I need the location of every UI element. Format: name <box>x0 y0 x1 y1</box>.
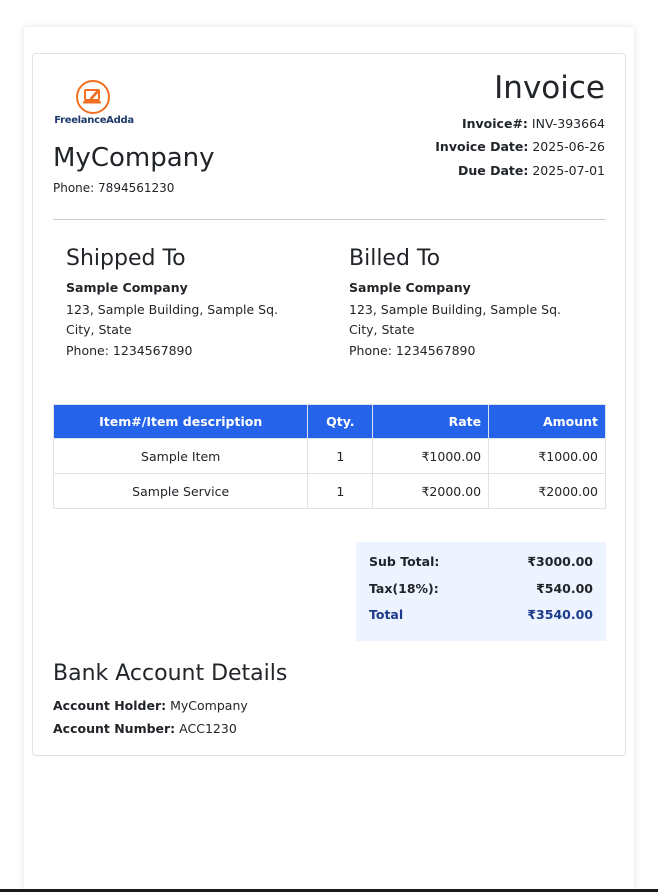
phone-label: Phone: <box>66 343 109 358</box>
company-phone: Phone: 7894561230 <box>53 181 174 195</box>
column-header-qty: Qty. <box>307 404 374 439</box>
invoice-number-value: INV-393664 <box>531 116 605 131</box>
shipped-to-name: Sample Company <box>66 280 188 295</box>
item-amount: ₹1000.00 <box>488 438 606 474</box>
invoice-title: Invoice <box>494 70 605 106</box>
shipped-to-heading: Shipped To <box>66 246 186 271</box>
subtotal-label: Sub Total: <box>369 554 440 569</box>
billed-to-name: Sample Company <box>349 280 471 295</box>
billed-to-address: 123, Sample Building, Sample Sq. City, S… <box>349 302 561 337</box>
phone-label: Phone: <box>53 181 95 195</box>
subtotal-row: Sub Total: ₹3000.00 <box>369 554 593 581</box>
laptop-pencil-icon <box>76 80 110 114</box>
account-number-value: ACC1230 <box>179 721 237 736</box>
item-description: Sample Item <box>52 438 309 474</box>
invoice-card: FreelanceAdda MyCompany Phone: 789456123… <box>32 53 626 756</box>
billed-to-phone: Phone: 1234567890 <box>349 343 589 358</box>
invoice-date: Invoice Date: 2025-06-26 <box>435 139 605 154</box>
shipped-to-section: Shipped To Sample Company 123, Sample Bu… <box>66 246 306 358</box>
item-rate: ₹2000.00 <box>372 473 490 509</box>
bank-details-heading: Bank Account Details <box>53 661 288 686</box>
table-row: Sample Service 1 ₹2000.00 ₹2000.00 <box>52 473 606 509</box>
shipped-to-address: 123, Sample Building, Sample Sq. City, S… <box>66 302 278 337</box>
table-header-row: Item#/Item description Qty. Rate Amount <box>52 404 606 439</box>
tax-label: Tax(18%): <box>369 580 439 596</box>
tax-row: Tax(18%): ₹540.00 <box>369 581 593 608</box>
items-table: Item#/Item description Qty. Rate Amount … <box>52 404 606 509</box>
phone-label: Phone: <box>349 343 392 358</box>
shipped-to-phone: Phone: 1234567890 <box>66 343 306 358</box>
column-header-rate: Rate <box>372 404 490 439</box>
invoice-date-label: Invoice Date: <box>435 139 529 154</box>
phone-value: 1234567890 <box>112 343 193 358</box>
account-number: Account Number: ACC1230 <box>53 721 237 736</box>
account-holder-value: MyCompany <box>170 698 248 713</box>
company-name: MyCompany <box>53 143 215 173</box>
item-description: Sample Service <box>52 473 309 509</box>
due-date: Due Date: 2025-07-01 <box>458 163 605 178</box>
invoice-date-value: 2025-06-26 <box>532 139 605 154</box>
due-date-value: 2025-07-01 <box>532 163 605 178</box>
total-value: ₹3540.00 <box>527 607 593 622</box>
item-qty: 1 <box>307 473 374 509</box>
account-number-label: Account Number: <box>53 721 176 736</box>
account-holder-label: Account Holder: <box>53 698 167 713</box>
item-qty: 1 <box>307 438 374 474</box>
column-header-amount: Amount <box>488 404 606 439</box>
total-label: Total <box>369 607 404 622</box>
account-holder: Account Holder: MyCompany <box>53 698 248 713</box>
totals-box: Sub Total: ₹3000.00 Tax(18%): ₹540.00 To… <box>356 542 606 641</box>
company-logo: FreelanceAdda <box>53 78 135 130</box>
invoice-number: Invoice#: INV-393664 <box>462 116 605 131</box>
billed-to-heading: Billed To <box>349 246 441 271</box>
invoice-page: FreelanceAdda MyCompany Phone: 789456123… <box>24 27 634 892</box>
subtotal-value: ₹3000.00 <box>527 554 593 569</box>
item-amount: ₹2000.00 <box>488 473 606 509</box>
due-date-label: Due Date: <box>457 163 529 178</box>
tax-value: ₹540.00 <box>536 580 593 596</box>
invoice-number-label: Invoice#: <box>461 116 528 131</box>
table-row: Sample Item 1 ₹1000.00 ₹1000.00 <box>52 438 606 474</box>
item-rate: ₹1000.00 <box>372 438 490 474</box>
total-row: Total ₹3540.00 <box>369 607 593 634</box>
logo-text: FreelanceAdda <box>54 115 134 126</box>
header-divider <box>53 219 606 220</box>
phone-value: 7894561230 <box>98 181 175 195</box>
column-header-description: Item#/Item description <box>52 404 309 439</box>
phone-value: 1234567890 <box>395 343 476 358</box>
billed-to-section: Billed To Sample Company 123, Sample Bui… <box>349 246 589 358</box>
